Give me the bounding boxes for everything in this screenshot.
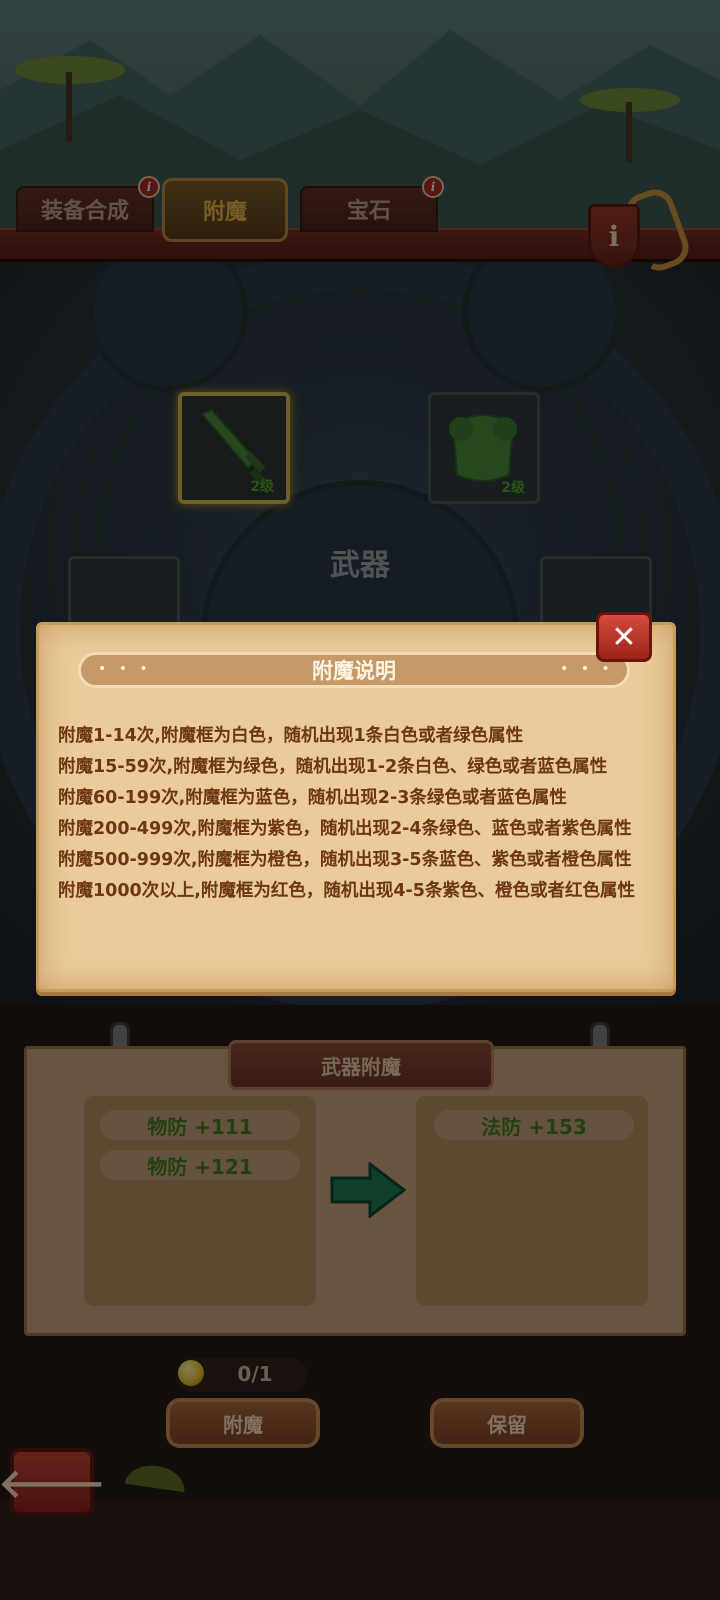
close-button[interactable]: ✕ — [596, 612, 652, 662]
rule-line: 附魔1000次以上,附魔框为红色，随机出现4-5条紫色、橙色或者红色属性 — [58, 881, 635, 901]
rules-list: 附魔1-14次,附魔框为白色，随机出现1条白色或者绿色属性 附魔15-59次,附… — [58, 722, 658, 908]
rule-line: 附魔60-199次,附魔框为蓝色，随机出现2-3条绿色或者蓝色属性 — [58, 788, 567, 808]
title-dots-left: • • • — [98, 661, 152, 677]
rule-line: 附魔1-14次,附魔框为白色，随机出现1条白色或者绿色属性 — [58, 726, 524, 746]
title-dots-right: • • • — [560, 661, 614, 677]
dialog-title: 附魔说明 — [78, 652, 630, 688]
dialog-title-text: 附魔说明 — [312, 659, 396, 683]
close-icon: ✕ — [611, 619, 637, 655]
rule-line: 附魔500-999次,附魔框为橙色，随机出现3-5条蓝色、紫色或者橙色属性 — [58, 850, 632, 870]
rule-line: 附魔200-499次,附魔框为紫色，随机出现2-4条绿色、蓝色或者紫色属性 — [58, 819, 632, 839]
rule-line: 附魔15-59次,附魔框为绿色，随机出现1-2条白色、绿色或者蓝色属性 — [58, 757, 608, 777]
